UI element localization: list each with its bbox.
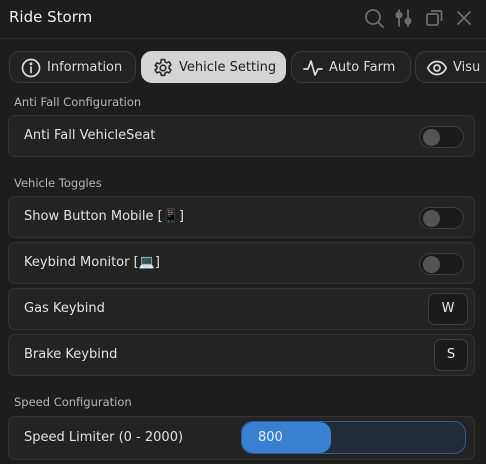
close-icon[interactable] <box>453 7 475 29</box>
gas-keybind-label: Gas Keybind <box>24 301 105 316</box>
brake-keybind-button[interactable]: S <box>434 339 468 371</box>
slider-fill <box>242 422 332 453</box>
toggle-knob <box>423 210 440 227</box>
eye-icon <box>426 57 448 79</box>
show-button-mobile-toggle[interactable] <box>419 207 464 229</box>
gas-keybind-row: Gas Keybind W <box>8 288 475 330</box>
keybind-monitor-row: Keybind Monitor [💻] <box>8 242 475 284</box>
tab-auto-farm[interactable]: Auto Farm <box>291 51 411 83</box>
anti-fall-vehicleseat-row: Anti Fall VehicleSeat <box>8 115 475 157</box>
anti-fall-vehicleseat-label: Anti Fall VehicleSeat <box>24 128 156 143</box>
title-bar: Ride Storm <box>0 0 486 36</box>
section-title-anti-fall: Anti Fall Configuration <box>14 95 142 109</box>
search-icon[interactable] <box>363 7 385 29</box>
gear-icon <box>152 57 174 79</box>
settings-sliders-icon[interactable] <box>393 7 415 29</box>
tab-vehicle-setting-label: Vehicle Setting <box>179 60 277 75</box>
activity-icon <box>302 57 324 79</box>
brake-keybind-row: Brake Keybind S <box>8 334 475 376</box>
section-title-vehicle-toggles: Vehicle Toggles <box>14 176 102 190</box>
keybind-monitor-label: Keybind Monitor [💻] <box>24 255 160 270</box>
toggle-knob <box>423 129 440 146</box>
speed-limiter-slider[interactable]: 800 <box>241 421 466 454</box>
toggle-knob <box>423 256 440 273</box>
brake-keybind-label: Brake Keybind <box>24 347 118 362</box>
speed-limiter-row: Speed Limiter (0 - 2000) 800 <box>8 416 475 460</box>
restore-window-icon[interactable] <box>423 7 445 29</box>
title-divider <box>0 38 486 39</box>
section-title-speed: Speed Configuration <box>14 395 132 409</box>
tab-information-label: Information <box>47 60 123 75</box>
show-button-mobile-row: Show Button Mobile [📱] <box>8 196 475 238</box>
speed-limiter-value: 800 <box>258 430 283 445</box>
info-icon <box>20 57 42 79</box>
show-button-mobile-label: Show Button Mobile [📱] <box>24 209 184 224</box>
tab-visuals[interactable]: Visu <box>415 51 486 83</box>
tab-information[interactable]: Information <box>9 51 136 83</box>
gas-keybind-button[interactable]: W <box>428 293 468 325</box>
speed-limiter-label: Speed Limiter (0 - 2000) <box>24 430 184 445</box>
keybind-monitor-toggle[interactable] <box>419 253 464 275</box>
anti-fall-vehicleseat-toggle[interactable] <box>419 126 464 148</box>
tab-auto-farm-label: Auto Farm <box>329 60 396 75</box>
tab-visuals-label: Visu <box>453 60 481 75</box>
tab-vehicle-setting[interactable]: Vehicle Setting <box>141 51 286 83</box>
window-title: Ride Storm <box>9 8 93 26</box>
tab-bar: Information Vehicle Setting Auto Farm Vi… <box>0 51 486 83</box>
